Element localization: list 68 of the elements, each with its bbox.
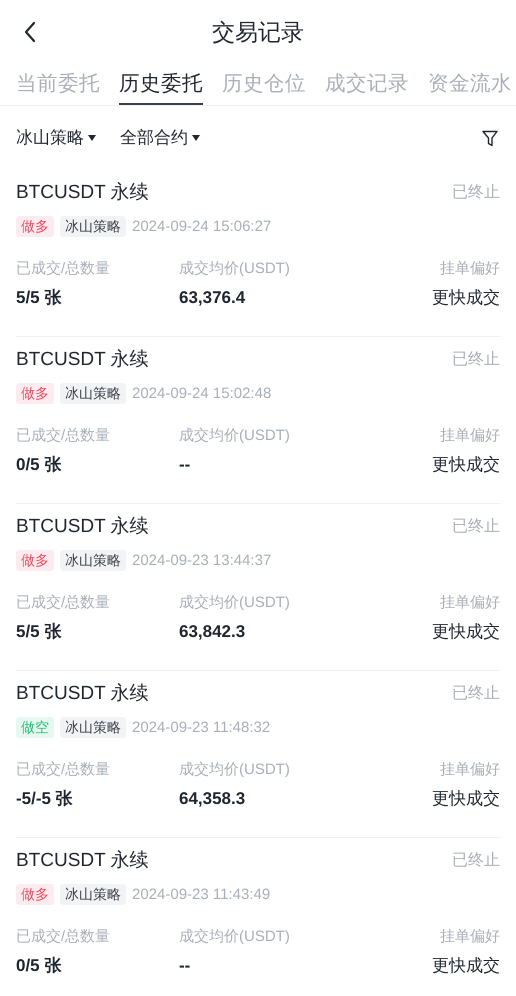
field-label: 已成交/总数量: [16, 927, 112, 947]
filter-icon: [482, 130, 498, 146]
field-label: 挂单偏好: [440, 760, 500, 780]
filter-dropdown[interactable]: 全部合约: [120, 125, 200, 151]
field-label: 挂单偏好: [440, 259, 500, 279]
field-label: 成交均价(USDT): [179, 593, 290, 613]
field-value: -5/-5 张: [16, 788, 74, 810]
side-tag: 做多: [16, 550, 54, 572]
field-label: 已成交/总数量: [16, 426, 112, 446]
field-value: 64,358.3: [179, 788, 246, 810]
contract-name: BTCUSDT 永续: [16, 849, 149, 873]
side-tag: 做多: [16, 216, 54, 238]
field-value: 更快成交: [432, 954, 500, 976]
side-tag: 做空: [16, 717, 54, 738]
order-time: 2024-09-23 11:48:32: [132, 718, 270, 738]
field-label: 成交均价(USDT): [179, 259, 290, 279]
filter-button[interactable]: [480, 128, 500, 148]
field-label: 成交均价(USDT): [179, 927, 290, 947]
caret-icon: [192, 135, 200, 141]
order-status: 已终止: [452, 350, 500, 370]
order-status: 已终止: [452, 182, 500, 204]
field-label: 挂单偏好: [440, 426, 500, 446]
field-label: 挂单偏好: [440, 593, 500, 613]
strategy-tag: 冰山策略: [60, 216, 126, 238]
strategy-tag: 冰山策略: [60, 884, 126, 906]
field-value: 更快成交: [432, 788, 500, 810]
strategy-tag: 冰山策略: [60, 383, 126, 404]
order-status: 已终止: [452, 684, 500, 704]
order-status: 已终止: [452, 516, 500, 538]
order-time: 2024-09-23 11:43:49: [132, 884, 270, 904]
tab[interactable]: 当前委托: [16, 64, 100, 105]
field-label: 已成交/总数量: [16, 593, 112, 613]
strategy-tag: 冰山策略: [60, 550, 126, 572]
field-value: --: [179, 454, 192, 476]
tab[interactable]: 历史仓位: [222, 64, 306, 105]
field-label: 成交均价(USDT): [179, 760, 290, 780]
order-status: 已终止: [452, 850, 500, 872]
order-time: 2024-09-24 15:02:48: [132, 384, 272, 404]
filter-dropdown[interactable]: 冰山策略: [16, 125, 96, 151]
page-title: 交易记录: [212, 18, 304, 47]
tab[interactable]: 资金流水: [428, 64, 512, 105]
field-value: 63,376.4: [179, 286, 246, 308]
contract-name: BTCUSDT 永续: [16, 515, 149, 539]
strategy-tag: 冰山策略: [60, 717, 126, 738]
field-value: 更快成交: [432, 620, 500, 642]
order-time: 2024-09-23 13:44:37: [132, 550, 272, 570]
contract-name: BTCUSDT 永续: [16, 181, 149, 205]
field-label: 已成交/总数量: [16, 760, 112, 780]
field-label: 挂单偏好: [440, 927, 500, 947]
contract-name: BTCUSDT 永续: [16, 682, 149, 706]
order-time: 2024-09-24 15:06:27: [132, 216, 272, 236]
field-label: 成交均价(USDT): [179, 426, 290, 446]
caret-icon: [88, 135, 96, 141]
field-value: 5/5 张: [16, 286, 62, 308]
field-value: 0/5 张: [16, 954, 62, 976]
field-value: 更快成交: [432, 454, 500, 476]
tab[interactable]: 历史委托: [119, 64, 203, 105]
field-value: 0/5 张: [16, 454, 62, 476]
field-value: --: [179, 954, 192, 976]
back-icon: [23, 21, 37, 43]
tab[interactable]: 成交记录: [325, 64, 409, 105]
side-tag: 做多: [16, 383, 54, 404]
contract-name: BTCUSDT 永续: [16, 348, 149, 372]
field-label: 已成交/总数量: [16, 259, 112, 279]
field-value: 63,842.3: [179, 620, 246, 642]
field-value: 更快成交: [432, 286, 500, 308]
field-value: 5/5 张: [16, 620, 62, 642]
side-tag: 做多: [16, 884, 54, 906]
